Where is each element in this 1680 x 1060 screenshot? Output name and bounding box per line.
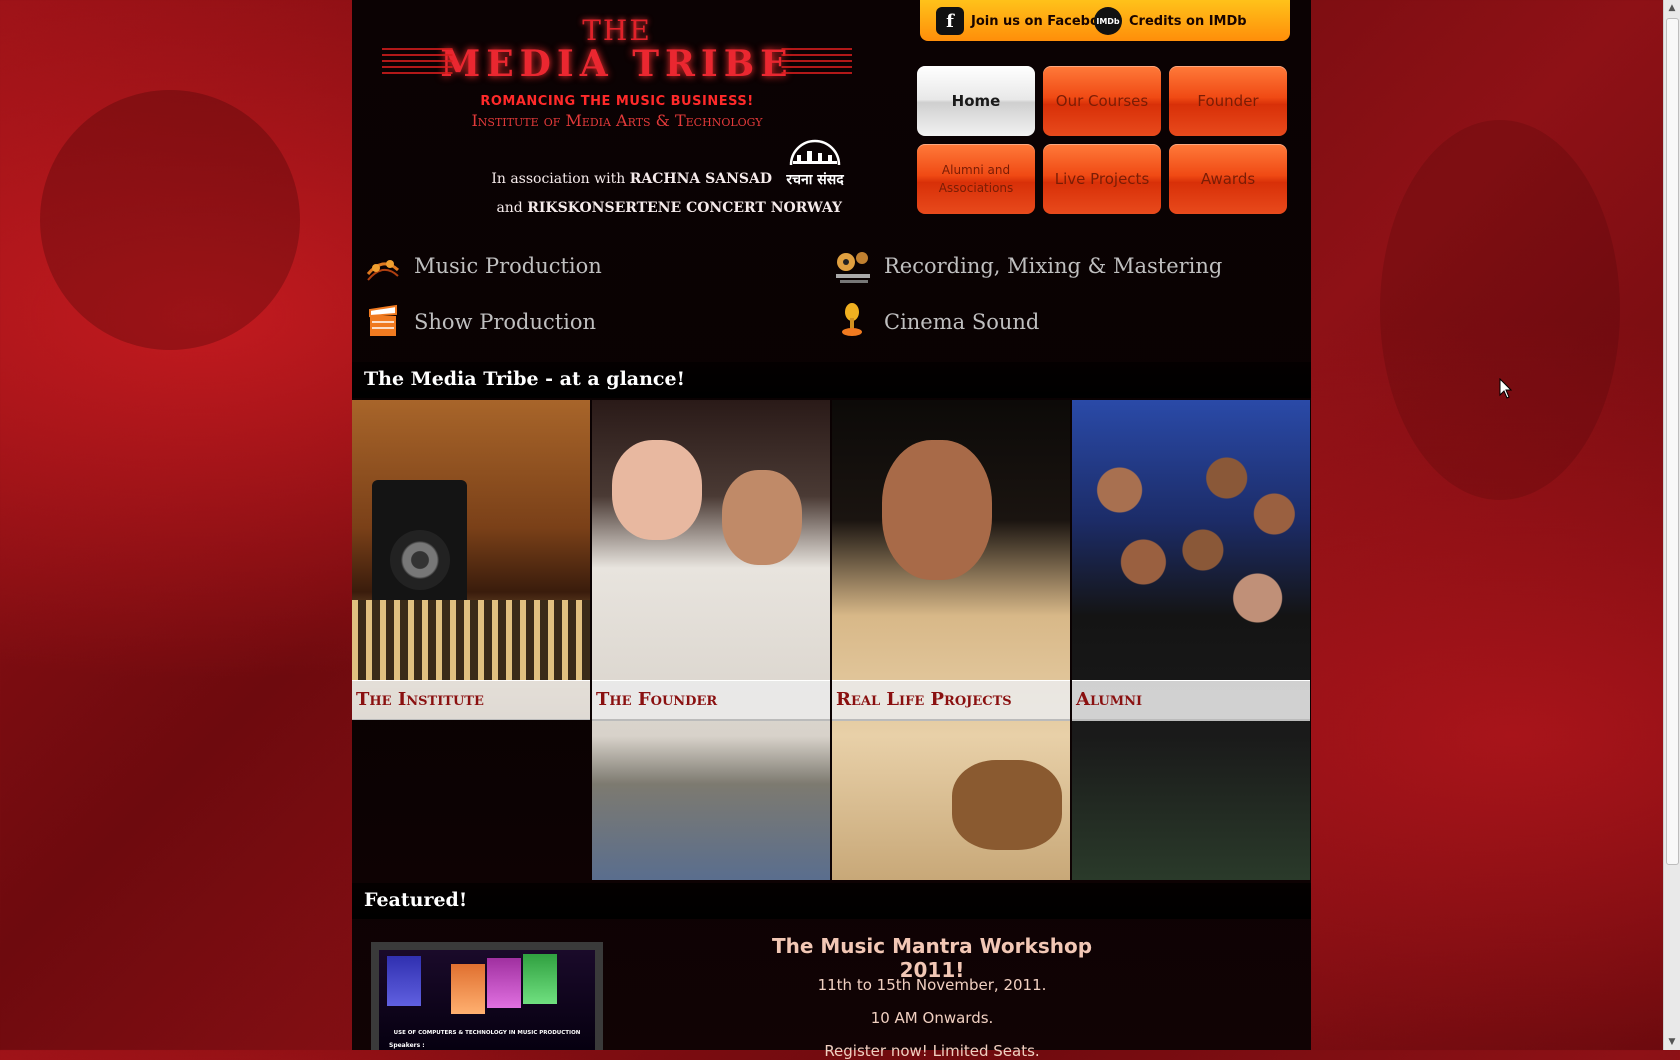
tagline: ROMANCING THE MUSIC BUSINESS! [480, 94, 754, 109]
featured-register: Register now! Limited Seats. [824, 1042, 1040, 1060]
association-text: In association with RACHNA SANSAD and RI… [442, 165, 842, 223]
founder-photo-person-1 [612, 440, 702, 540]
page-container: THE MEDIA TRIBE ROMANCING THE MUSIC BUSI… [352, 0, 1311, 1060]
assoc-and: and [496, 200, 523, 216]
scrollbar-thumb[interactable] [1666, 18, 1679, 865]
service-recording-mixing[interactable]: Recording, Mixing & Mastering [834, 244, 1222, 288]
glance-header: The Media Tribe - at a glance! [352, 362, 1311, 398]
nav-awards[interactable]: Awards [1169, 144, 1287, 214]
tile-caption: The Institute [352, 680, 590, 720]
nav-home[interactable]: Home [917, 66, 1035, 136]
service-label: Recording, Mixing & Mastering [884, 254, 1223, 278]
social-bar: f Join us on Facebook IMDb Credits on IM… [920, 0, 1290, 41]
thumb-speakers: Speakers : [389, 1042, 425, 1049]
imdb-link[interactable]: IMDb Credits on IMDb [1094, 6, 1247, 36]
featured-thumbnail[interactable]: USE OF COMPUTERS & TECHNOLOGY IN MUSIC P… [371, 942, 603, 1050]
scroll-up-icon[interactable]: ▲ [1664, 0, 1680, 16]
thumb-caption: USE OF COMPUTERS & TECHNOLOGY IN MUSIC P… [393, 1030, 581, 1036]
service-label: Cinema Sound [884, 310, 1040, 334]
nav-live-projects[interactable]: Live Projects [1043, 144, 1161, 214]
rachna-sansad-logo: रचना संसद [785, 137, 845, 195]
workshop-poster-image: USE OF COMPUTERS & TECHNOLOGY IN MUSIC P… [379, 950, 595, 1050]
tile-caption: Alumni [1072, 680, 1310, 721]
tile-caption-label: Real Life Projects [836, 689, 1012, 710]
speaker-image [372, 480, 467, 610]
tile-caption-label: The Institute [356, 689, 484, 710]
film-reel-icon [834, 244, 872, 288]
assoc-partner-2: RIKSKONSERTENE CONCERT NORWAY [527, 200, 842, 216]
music-notes-icon [364, 244, 402, 288]
service-show-production[interactable]: Show Production [364, 300, 596, 344]
background-decoration [1380, 120, 1620, 500]
tile-real-life-projects[interactable]: Real Life Projects [832, 400, 1070, 880]
assoc-prefix: In association with [491, 171, 626, 187]
site-logo[interactable]: THE MEDIA TRIBE ROMANCING THE MUSIC BUSI… [382, 14, 852, 138]
mouse-cursor-icon [1499, 378, 1513, 399]
tile-caption-label: Alumni [1076, 689, 1143, 710]
tile-founder[interactable]: The Founder [592, 400, 830, 880]
featured-heading: Featured! [364, 889, 468, 911]
rachna-logo-text: रचना संसद [786, 172, 844, 188]
founder-photo-person-2 [722, 470, 802, 565]
imdb-icon: IMDb [1094, 7, 1122, 35]
facebook-link[interactable]: f Join us on Facebook [936, 6, 1116, 36]
background-decoration [40, 90, 300, 350]
tile-alumni[interactable]: Alumni [1072, 400, 1310, 880]
featured-time: 10 AM Onwards. [870, 1009, 994, 1027]
imdb-link-label: Credits on IMDb [1129, 13, 1247, 29]
service-cinema-sound[interactable]: Cinema Sound [834, 300, 1039, 344]
featured-dates: 11th to 15th November, 2011. [817, 976, 1047, 994]
alumni-group-photo [1072, 430, 1310, 670]
nav-founder[interactable]: Founder [1169, 66, 1287, 136]
musician-photo [882, 440, 992, 580]
service-label: Music Production [414, 254, 602, 278]
nav-alumni[interactable]: Alumni and Associations [917, 144, 1035, 214]
featured-title: The Music Mantra Workshop 2011! [771, 934, 1093, 982]
vertical-scrollbar[interactable]: ▲ ▼ [1663, 0, 1680, 1050]
nav-our-courses[interactable]: Our Courses [1043, 66, 1161, 136]
featured-header: Featured! [352, 883, 1311, 919]
tile-caption-label: The Founder [596, 689, 718, 710]
assoc-partner-1: RACHNA SANSAD [629, 171, 772, 187]
glance-heading: The Media Tribe - at a glance! [364, 368, 685, 390]
logo-decoration [382, 48, 852, 74]
tile-institute[interactable]: The Institute [352, 400, 590, 720]
tabla-image [952, 760, 1062, 850]
logo-text-the: THE [582, 14, 652, 47]
service-music-production[interactable]: Music Production [364, 244, 602, 288]
institute-name: Institute of Media Arts & Technology [471, 111, 763, 130]
mixing-console-image [352, 600, 590, 680]
scroll-down-icon[interactable]: ▼ [1664, 1034, 1680, 1050]
service-label: Show Production [414, 310, 597, 334]
gramophone-icon [834, 300, 872, 344]
tile-caption: Real Life Projects [832, 680, 1070, 721]
tile-caption: The Founder [592, 680, 830, 721]
facebook-icon: f [936, 7, 964, 35]
clapperboard-icon [364, 300, 402, 344]
